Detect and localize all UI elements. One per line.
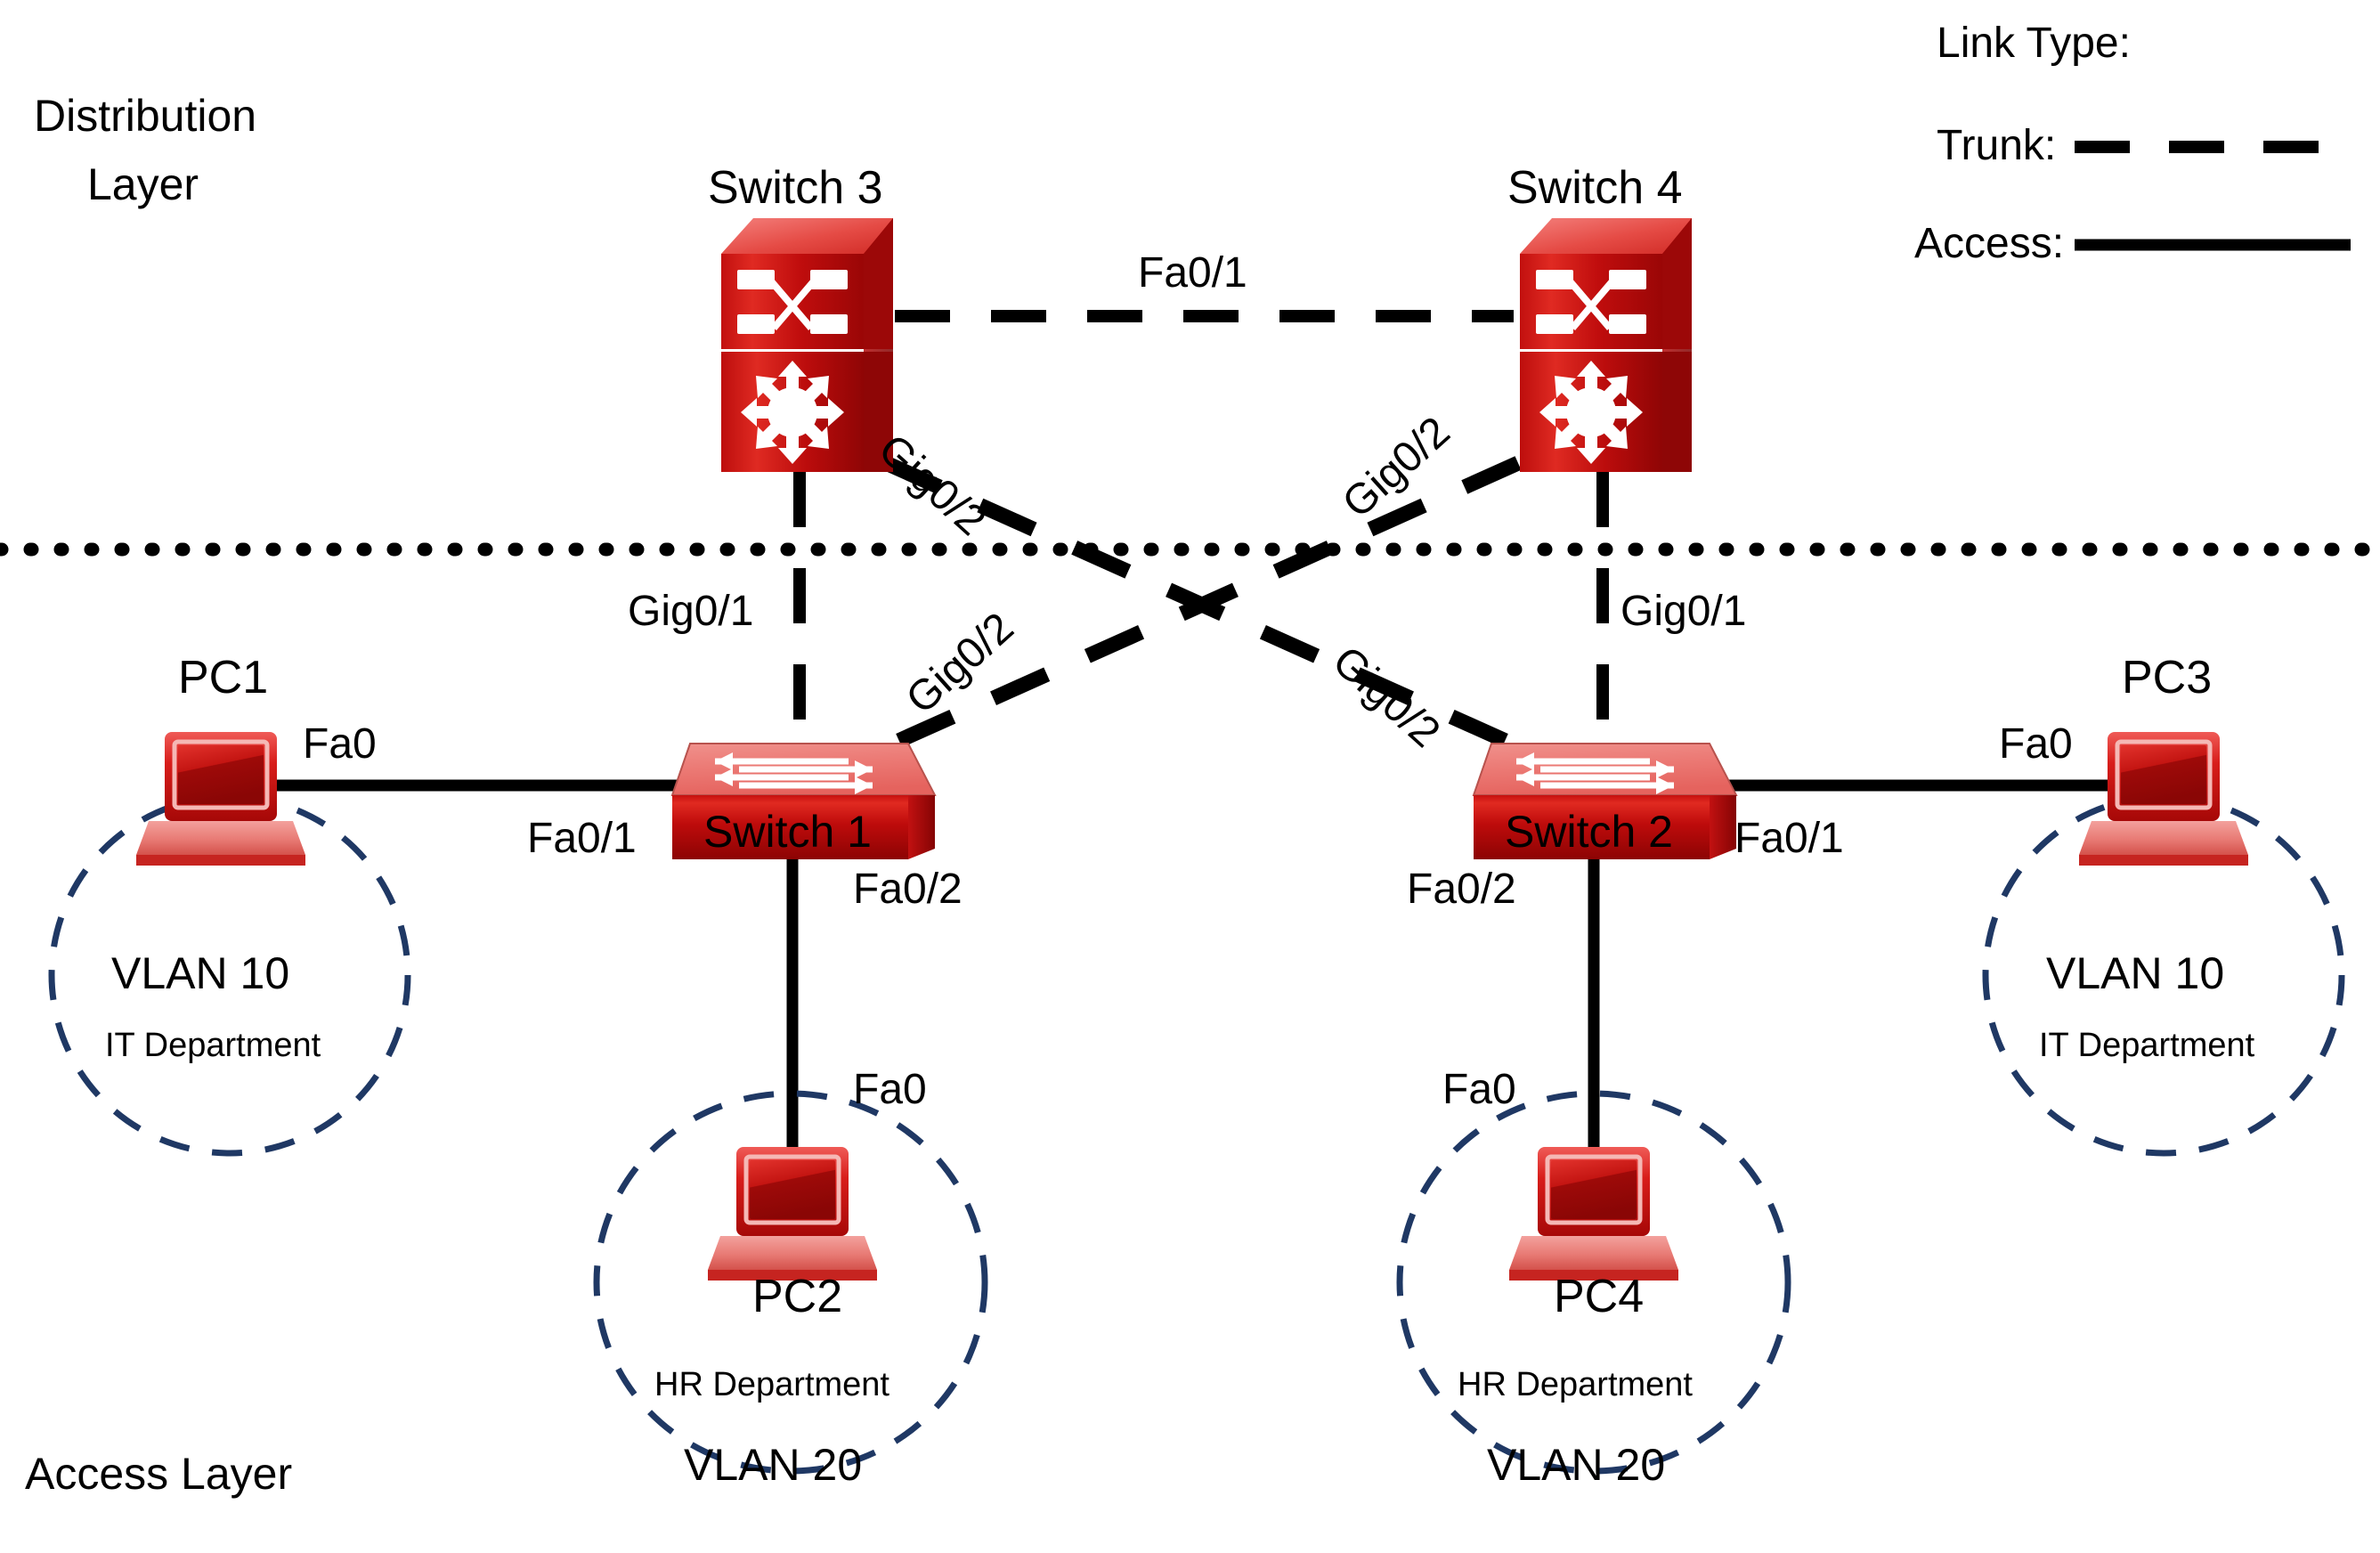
device-switch4[interactable] (1520, 218, 1692, 472)
distribution-layer-title-line1: Distribution (34, 91, 257, 141)
port-label-sw2-fa02: Fa0/2 (1407, 866, 1516, 913)
port-label-sw1-fa01: Fa0/1 (527, 815, 637, 862)
pc3-label: PC3 (2122, 652, 2213, 703)
vlan20-left-dept: HR Department (654, 1366, 889, 1403)
port-label-sw3-sw1-gig01: Gig0/1 (628, 588, 754, 635)
device-pc1[interactable] (136, 732, 305, 866)
pc1-label: PC1 (178, 652, 269, 703)
port-label-pc1-fa0: Fa0 (303, 720, 377, 768)
vlan10-left-name: VLAN 10 (111, 948, 290, 998)
device-pc4[interactable] (1509, 1147, 1678, 1281)
pc2-label: PC2 (752, 1271, 843, 1322)
vlan20-right-name: VLAN 20 (1487, 1440, 1666, 1490)
links-layer (249, 310, 2137, 1158)
vlan-circles-layer (48, 793, 2345, 1475)
vlan10-left-dept: IT Department (105, 1027, 321, 1064)
omni-arrows-glyph (1539, 361, 1643, 464)
switch1-label: Switch 1 (703, 807, 872, 857)
pc4-label: PC4 (1554, 1271, 1645, 1322)
port-label-pc3-fa0: Fa0 (1999, 720, 2073, 768)
access-layer-title: Access Layer (25, 1449, 293, 1499)
legend-trunk-label: Trunk: (1937, 122, 2057, 169)
legend-title: Link Type: (1937, 20, 2131, 67)
switch4-label: Switch 4 (1507, 162, 1683, 214)
port-label-pc2-fa0: Fa0 (853, 1066, 927, 1113)
port-label-pc4-fa0: Fa0 (1442, 1066, 1516, 1113)
distribution-layer-title-line2: Layer (87, 159, 199, 209)
vlan20-left-name: VLAN 20 (684, 1440, 863, 1490)
port-label-sw3-sw4-trunk: Fa0/1 (1138, 249, 1247, 297)
vlan20-right-dept: HR Department (1458, 1366, 1693, 1403)
port-label-sw4-sw2-gig01: Gig0/1 (1621, 588, 1747, 635)
port-label-sw2-fa01: Fa0/1 (1734, 815, 1844, 862)
device-pc3[interactable] (2079, 732, 2248, 866)
switch2-label: Switch 2 (1505, 807, 1673, 857)
device-switch3[interactable] (721, 218, 893, 472)
switch3-label: Switch 3 (708, 162, 883, 214)
port-label-sw1-fa02: Fa0/2 (853, 866, 963, 913)
device-pc2[interactable] (708, 1147, 877, 1281)
legend-access-label: Access: (1914, 220, 2065, 267)
omni-arrows-glyph (741, 361, 844, 464)
vlan10-right-name: VLAN 10 (2046, 948, 2225, 998)
vlan10-right-dept: IT Department (2039, 1027, 2255, 1064)
network-topology-diagram: Distribution Layer Access Layer Link Typ… (0, 0, 2380, 1553)
